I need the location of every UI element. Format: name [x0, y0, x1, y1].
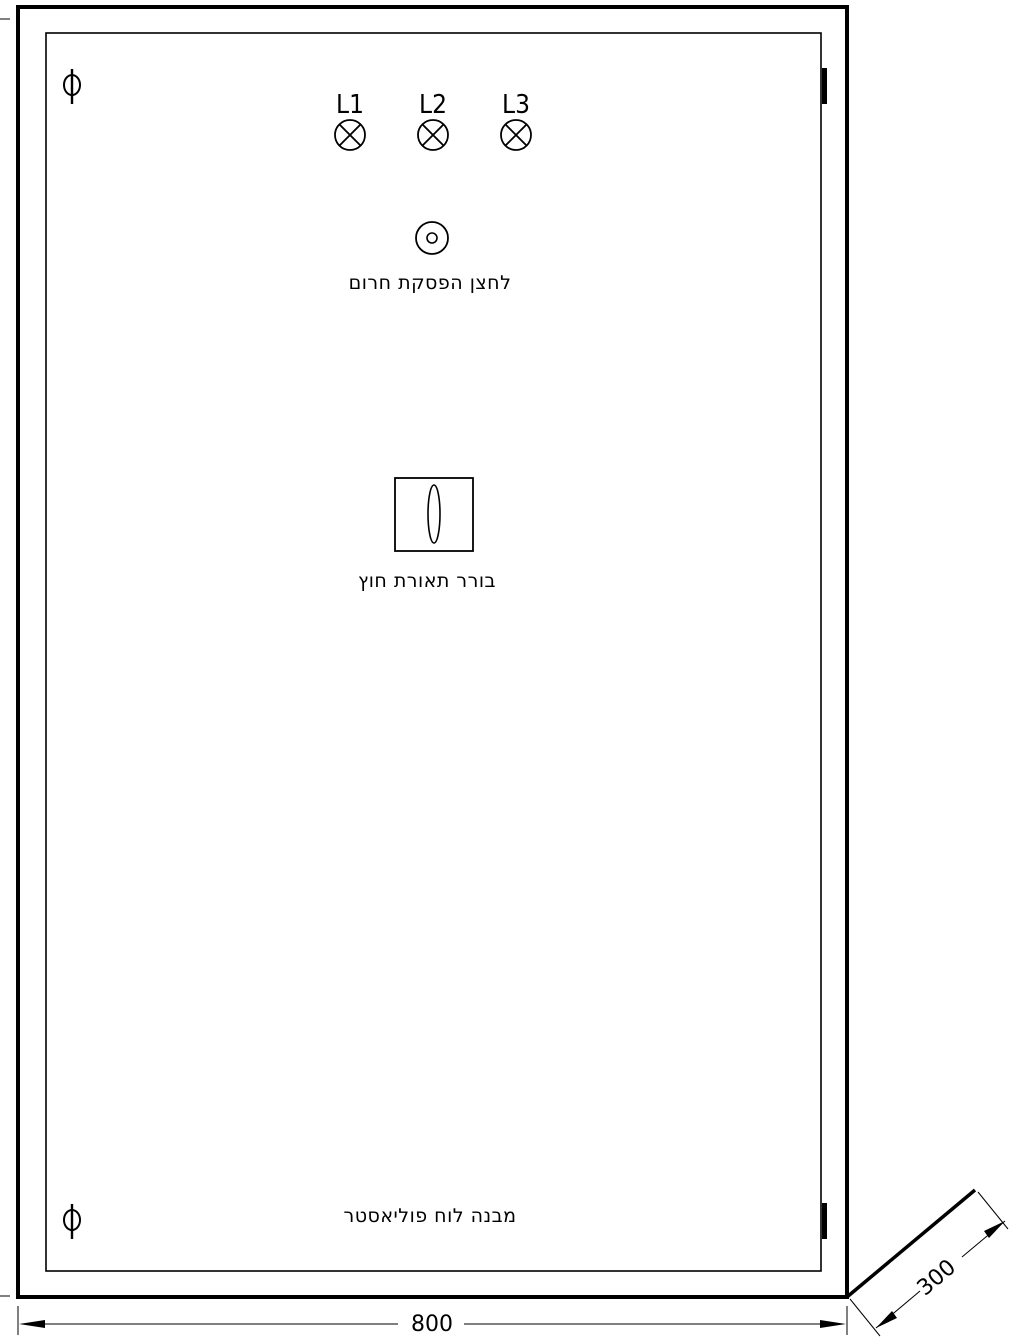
drawing-canvas: L1 L2 L3 לחצן הפסקת חרום בורר תאורת חוץ … — [0, 0, 1011, 1339]
width-dimension-label: 800 — [411, 1312, 453, 1337]
depth-dimension-label: 300 — [913, 1255, 961, 1301]
door-inner-frame — [45, 32, 822, 1272]
push-button-icon — [415, 221, 449, 255]
hinge-icon — [822, 68, 827, 104]
lock-phi-icon — [63, 69, 81, 104]
lamp-cross-circle-icon — [417, 119, 449, 151]
lamp-label-l2: L2 — [419, 90, 447, 120]
arrow-right-icon — [820, 1320, 846, 1328]
emergency-button-label: לחצן הפסקת חרום — [349, 272, 512, 294]
panel-title: מבנה לוח פוליאסטר — [343, 1205, 516, 1227]
lamp-cross-circle-icon — [500, 119, 532, 151]
enclosure-outer-frame — [16, 5, 849, 1299]
arrow-left-icon — [19, 1320, 45, 1328]
lamp-label-l3: L3 — [502, 90, 530, 120]
lock-phi-icon — [63, 1204, 81, 1239]
panel-drawing: L1 L2 L3 לחצן הפסקת חרום בורר תאורת חוץ … — [0, 5, 1009, 1337]
depth-dimension — [845, 1188, 1009, 1337]
rotary-selector-icon — [394, 477, 474, 552]
hinge-icon — [822, 1203, 827, 1239]
selector-switch-label: בורר תאורת חוץ — [358, 570, 496, 592]
lamp-cross-circle-icon — [334, 119, 366, 151]
lamp-label-l1: L1 — [336, 90, 364, 120]
